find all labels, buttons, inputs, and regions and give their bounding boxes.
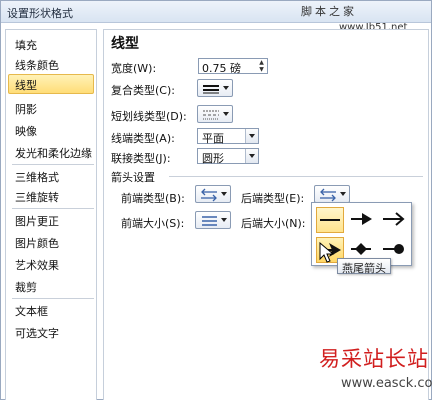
no-arrow-icon	[320, 219, 340, 221]
dash-type-dropdown[interactable]	[197, 105, 233, 123]
sidebar-item-label: 裁剪	[15, 281, 37, 294]
cap-type-value: 平面	[202, 132, 224, 145]
arrow-types-icon	[320, 188, 336, 202]
format-shape-dialog: 设置形状格式 脚本之家 www.Jb51.net 填充 线条颜色 线型 阴影 映…	[0, 0, 432, 400]
sidebar-item-label: 三维格式	[15, 171, 59, 184]
sidebar-item-fill[interactable]: 填充	[8, 34, 94, 54]
section-divider	[169, 176, 423, 177]
sidebar-item-label: 线条颜色	[15, 59, 59, 72]
mouse-pointer-icon	[319, 242, 335, 263]
begin-type-label: 前端类型(B):	[121, 192, 185, 205]
chevron-down-icon	[221, 192, 227, 196]
spin-down-icon[interactable]: ▼	[256, 66, 267, 73]
title-bar: 设置形状格式	[1, 1, 431, 23]
arrow-settings-heading: 箭头设置	[111, 171, 155, 184]
chevron-down-icon	[223, 112, 229, 116]
sidebar-item-label: 线型	[15, 79, 37, 92]
sidebar-item-label: 可选文字	[15, 327, 59, 340]
dash-type-label: 短划线类型(D):	[111, 110, 187, 123]
watermark-site: 易采站长站	[319, 347, 429, 371]
open-arrow-icon	[383, 212, 405, 226]
begin-size-dropdown[interactable]	[195, 211, 231, 229]
watermark-brand: 脚本之家	[301, 5, 357, 18]
end-type-label: 后端类型(E):	[241, 192, 305, 205]
width-label: 宽度(W):	[111, 62, 157, 75]
sidebar-item-picture-color[interactable]: 图片颜色	[8, 232, 94, 252]
palette-option-open-arrow[interactable]	[380, 207, 408, 233]
dialog-title: 设置形状格式	[7, 7, 73, 20]
sidebar-item-label: 图片更正	[15, 215, 59, 228]
chevron-down-icon	[221, 218, 227, 222]
sidebar-divider	[12, 208, 94, 209]
dash-lines-icon	[203, 110, 219, 120]
compound-type-label: 复合类型(C):	[111, 84, 175, 97]
sidebar-item-text-box[interactable]: 文本框	[8, 300, 94, 320]
sidebar-item-reflection[interactable]: 映像	[8, 120, 94, 140]
begin-size-label: 前端大小(S):	[121, 217, 185, 230]
sidebar-item-label: 发光和柔化边缘	[15, 147, 92, 160]
arrow-size-icon	[202, 216, 217, 226]
sidebar-item-3d-format[interactable]: 三维格式	[8, 166, 94, 186]
sidebar-divider	[12, 164, 94, 165]
end-size-label: 后端大小(N):	[241, 217, 306, 230]
chevron-down-icon[interactable]	[245, 149, 258, 163]
compound-lines-icon	[203, 85, 219, 94]
width-spinner[interactable]: ▲ ▼	[256, 59, 267, 73]
palette-option-arrow[interactable]	[348, 207, 376, 233]
sidebar-item-label: 填充	[15, 39, 37, 52]
sidebar-item-label: 文本框	[15, 305, 48, 318]
chevron-down-icon[interactable]	[245, 129, 258, 143]
chevron-down-icon	[340, 192, 346, 196]
section-title: 线型	[111, 36, 139, 52]
chevron-down-icon	[223, 86, 229, 90]
palette-tooltip: 燕尾箭头	[337, 258, 391, 275]
join-type-value: 圆形	[202, 152, 224, 165]
sidebar-item-picture-corrections[interactable]: 图片更正	[8, 210, 94, 230]
sidebar-item-shadow[interactable]: 阴影	[8, 98, 94, 118]
sidebar-item-line-style[interactable]: 线型	[8, 74, 94, 94]
sidebar-item-label: 图片颜色	[15, 237, 59, 250]
begin-type-dropdown[interactable]	[195, 185, 231, 203]
cap-type-select[interactable]: 平面	[197, 128, 259, 145]
spin-up-icon[interactable]: ▲	[256, 59, 267, 66]
sidebar-divider	[12, 298, 94, 299]
cap-type-label: 线端类型(A):	[111, 132, 175, 145]
palette-option-none[interactable]	[316, 207, 344, 233]
sidebar-item-label: 阴影	[15, 103, 37, 116]
sidebar-item-label: 三维旋转	[15, 191, 59, 204]
category-sidebar: 填充 线条颜色 线型 阴影 映像 发光和柔化边缘 三维格式 三维旋转 图片更正 …	[5, 29, 97, 400]
end-type-dropdown[interactable]	[314, 185, 350, 203]
join-type-select[interactable]: 圆形	[197, 148, 259, 165]
compound-type-dropdown[interactable]	[197, 79, 233, 97]
watermark-site-url: www.easck.com	[341, 376, 432, 391]
arrow-types-icon	[201, 188, 217, 202]
sidebar-item-label: 映像	[15, 125, 37, 138]
arrow-icon	[351, 213, 372, 225]
sidebar-item-artistic-effects[interactable]: 艺术效果	[8, 254, 94, 274]
sidebar-item-glow-soft-edges[interactable]: 发光和柔化边缘	[8, 142, 94, 162]
sidebar-item-line-color[interactable]: 线条颜色	[8, 54, 94, 74]
sidebar-item-crop[interactable]: 裁剪	[8, 276, 94, 296]
join-type-label: 联接类型(J):	[111, 152, 171, 165]
sidebar-item-3d-rotation[interactable]: 三维旋转	[8, 186, 94, 206]
sidebar-item-label: 艺术效果	[15, 259, 59, 272]
sidebar-item-alt-text[interactable]: 可选文字	[8, 322, 94, 342]
